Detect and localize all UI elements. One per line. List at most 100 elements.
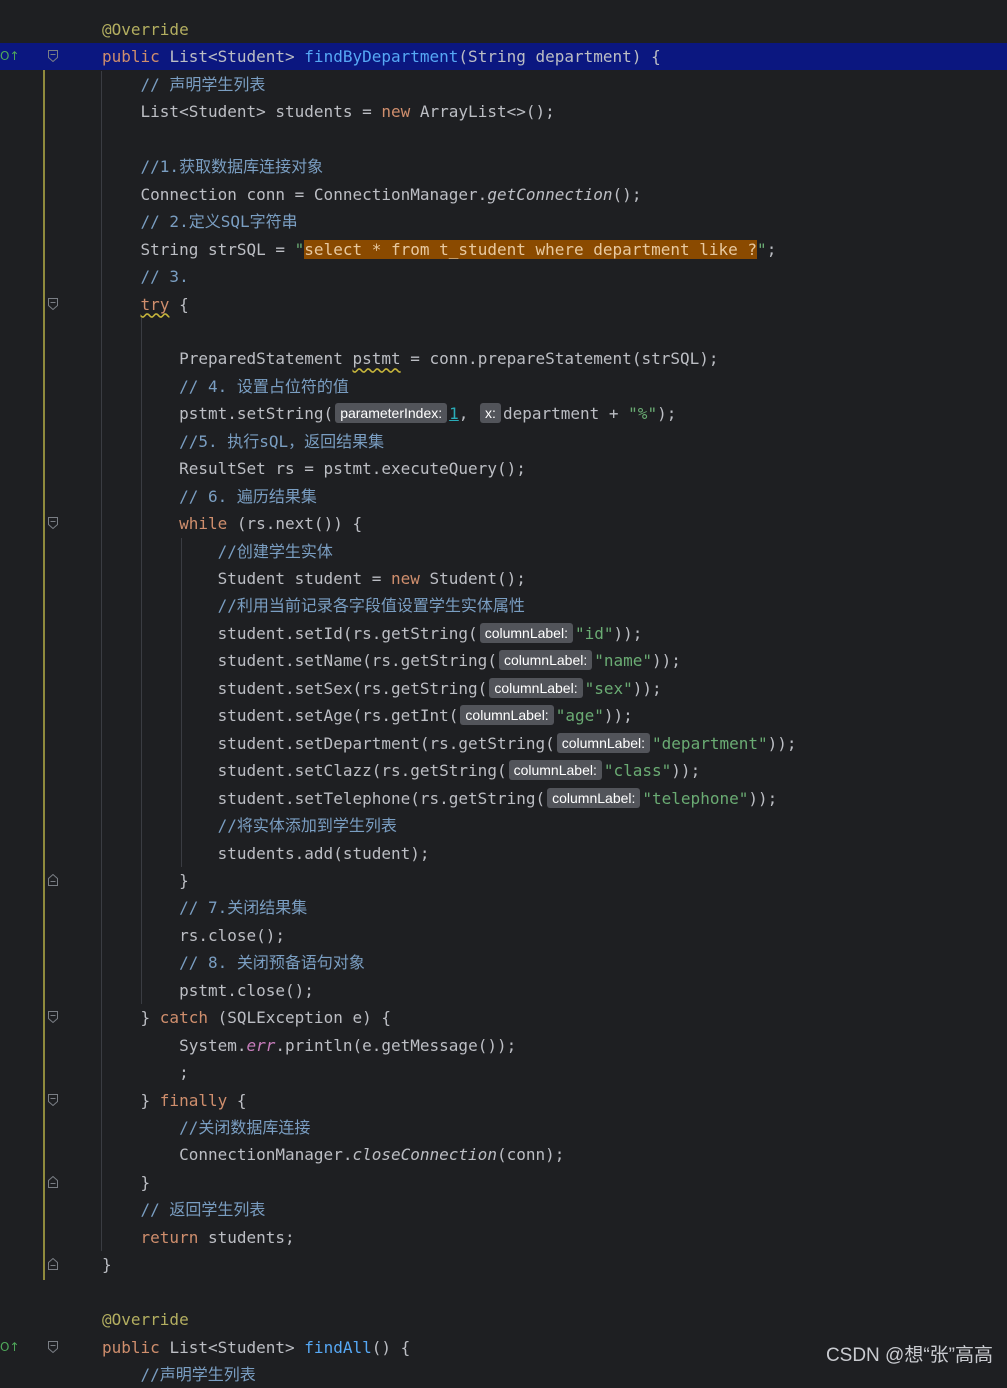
code-text[interactable]: // 6. 遍历结果集	[102, 483, 317, 510]
code-text[interactable]: return students;	[102, 1224, 295, 1251]
code-line[interactable]: List<Student> students = new ArrayList<>…	[0, 98, 1007, 125]
code-text[interactable]: //5. 执行sQL，返回结果集	[102, 428, 384, 455]
fold-expand-icon[interactable]	[48, 1340, 58, 1353]
code-text[interactable]: rs.close();	[102, 922, 285, 949]
code-text[interactable]: List<Student> students = new ArrayList<>…	[102, 98, 555, 125]
code-text[interactable]: public List<Student> findAll() {	[102, 1334, 410, 1361]
code-text[interactable]: String strSQL = "select * from t_student…	[102, 236, 776, 263]
code-line[interactable]: student.setDepartment(rs.getString(colum…	[0, 730, 1007, 757]
code-line[interactable]: // 4. 设置占位符的值	[0, 373, 1007, 400]
fold-collapse-icon[interactable]	[48, 1175, 58, 1188]
code-text[interactable]: ResultSet rs = pstmt.executeQuery();	[102, 455, 526, 482]
code-line[interactable]: } finally {	[0, 1087, 1007, 1114]
code-line[interactable]: //1.获取数据库连接对象	[0, 153, 1007, 180]
code-text[interactable]: // 返回学生列表	[102, 1196, 266, 1223]
code-line[interactable]: // 7.关闭结果集	[0, 894, 1007, 921]
code-line[interactable]: student.setSex(rs.getString(columnLabel:…	[0, 675, 1007, 702]
code-text[interactable]: Connection conn = ConnectionManager.getC…	[102, 181, 642, 208]
code-line[interactable]: //关闭数据库连接	[0, 1114, 1007, 1141]
code-text[interactable]: // 8. 关闭预备语句对象	[102, 949, 365, 976]
code-line[interactable]: String strSQL = "select * from t_student…	[0, 236, 1007, 263]
code-line[interactable]: }	[0, 1251, 1007, 1278]
fold-expand-icon[interactable]	[48, 517, 58, 530]
code-text[interactable]: //创建学生实体	[102, 538, 333, 565]
code-text[interactable]: }	[102, 867, 189, 894]
code-text[interactable]: } catch (SQLException e) {	[102, 1004, 391, 1031]
code-line[interactable]: students.add(student);	[0, 840, 1007, 867]
code-line[interactable]: student.setTelephone(rs.getString(column…	[0, 785, 1007, 812]
code-line[interactable]: Connection conn = ConnectionManager.getC…	[0, 181, 1007, 208]
code-line[interactable]: // 8. 关闭预备语句对象	[0, 949, 1007, 976]
code-line[interactable]: return students;	[0, 1224, 1007, 1251]
code-text[interactable]: try {	[102, 291, 189, 318]
code-line[interactable]: // 返回学生列表	[0, 1196, 1007, 1223]
fold-collapse-icon[interactable]	[48, 873, 58, 886]
code-text[interactable]: student.setSex(rs.getString(columnLabel:…	[102, 675, 662, 702]
fold-expand-icon[interactable]	[48, 1093, 58, 1106]
code-editor[interactable]: @Override O↑ public List<Student> findByDe…	[0, 0, 1007, 1384]
code-line[interactable]: pstmt.setString(parameterIndex: 1, x: depa…	[0, 400, 1007, 427]
code-line[interactable]: System.err.println(e.getMessage());	[0, 1032, 1007, 1059]
code-line[interactable]: student.setClazz(rs.getString(columnLabe…	[0, 757, 1007, 784]
code-line[interactable]: }	[0, 1169, 1007, 1196]
code-text[interactable]: //关闭数据库连接	[102, 1114, 310, 1141]
code-text[interactable]: // 2.定义SQL字符串	[102, 208, 298, 235]
code-line[interactable]: pstmt.close();	[0, 977, 1007, 1004]
code-text[interactable]: student.setClazz(rs.getString(columnLabe…	[102, 757, 700, 784]
code-line[interactable]: @Override	[0, 1306, 1007, 1333]
code-line[interactable]: // 6. 遍历结果集	[0, 483, 1007, 510]
code-text[interactable]: }	[102, 1169, 151, 1196]
code-line[interactable]: //将实体添加到学生列表	[0, 812, 1007, 839]
code-text[interactable]: @Override	[102, 1306, 189, 1333]
code-line[interactable]	[0, 126, 1007, 153]
code-text[interactable]: pstmt.close();	[102, 977, 314, 1004]
code-line[interactable]: // 3.	[0, 263, 1007, 290]
code-line[interactable]: } catch (SQLException e) {	[0, 1004, 1007, 1031]
code-text[interactable]: while (rs.next()) {	[102, 510, 362, 537]
code-line[interactable]: student.setAge(rs.getInt(columnLabel: "ag…	[0, 702, 1007, 729]
override-marker-icon[interactable]: O↑	[0, 1334, 20, 1361]
code-text[interactable]: student.setId(rs.getString(columnLabel: "…	[102, 620, 642, 647]
code-text[interactable]: //利用当前记录各字段值设置学生实体属性	[102, 592, 525, 619]
fold-expand-icon[interactable]	[48, 50, 58, 63]
code-line[interactable]: // 声明学生列表	[0, 71, 1007, 98]
code-line[interactable]: ;	[0, 1059, 1007, 1086]
code-text[interactable]: // 3.	[102, 263, 189, 290]
code-text[interactable]: students.add(student);	[102, 840, 430, 867]
code-line[interactable]	[0, 1279, 1007, 1306]
code-line[interactable]: ResultSet rs = pstmt.executeQuery();	[0, 455, 1007, 482]
code-line[interactable]: ConnectionManager.closeConnection(conn);	[0, 1141, 1007, 1168]
code-line[interactable]: student.setName(rs.getString(columnLabel…	[0, 647, 1007, 674]
code-text[interactable]: student.setDepartment(rs.getString(colum…	[102, 730, 797, 757]
code-text[interactable]: public List<Student> findByDepartment(St…	[102, 43, 661, 70]
fold-expand-icon[interactable]	[48, 1011, 58, 1024]
code-text[interactable]: student.setTelephone(rs.getString(column…	[102, 785, 777, 812]
fold-collapse-icon[interactable]	[48, 1258, 58, 1271]
code-text[interactable]: //1.获取数据库连接对象	[102, 153, 324, 180]
code-line[interactable]: //5. 执行sQL，返回结果集	[0, 428, 1007, 455]
code-line[interactable]: }	[0, 867, 1007, 894]
code-text[interactable]: // 7.关闭结果集	[102, 894, 307, 921]
override-marker-icon[interactable]: O↑	[0, 43, 20, 70]
code-text[interactable]: Student student = new Student();	[102, 565, 526, 592]
code-line[interactable]: PreparedStatement pstmt = conn.prepareSt…	[0, 345, 1007, 372]
code-line[interactable]: // 2.定义SQL字符串	[0, 208, 1007, 235]
code-text[interactable]: System.err.println(e.getMessage());	[102, 1032, 516, 1059]
code-line[interactable]	[0, 318, 1007, 345]
code-line[interactable]: //利用当前记录各字段值设置学生实体属性	[0, 592, 1007, 619]
code-text[interactable]: }	[102, 1251, 112, 1278]
code-text[interactable]: } finally {	[102, 1087, 247, 1114]
code-text[interactable]: student.setName(rs.getString(columnLabel…	[102, 647, 681, 674]
fold-expand-icon[interactable]	[48, 297, 58, 310]
code-line[interactable]: Student student = new Student();	[0, 565, 1007, 592]
code-text[interactable]: // 4. 设置占位符的值	[102, 373, 349, 400]
code-line[interactable]: try {	[0, 291, 1007, 318]
code-line[interactable]: //创建学生实体	[0, 538, 1007, 565]
code-text[interactable]: ;	[102, 1059, 189, 1086]
code-text[interactable]: pstmt.setString(parameterIndex: 1, x: depa…	[102, 400, 676, 427]
code-text[interactable]: // 声明学生列表	[102, 71, 266, 98]
code-text[interactable]: ConnectionManager.closeConnection(conn);	[102, 1141, 564, 1168]
code-text[interactable]: PreparedStatement pstmt = conn.prepareSt…	[102, 345, 718, 372]
code-line[interactable]: @Override	[0, 16, 1007, 43]
code-text[interactable]: student.setAge(rs.getInt(columnLabel: "ag…	[102, 702, 633, 729]
